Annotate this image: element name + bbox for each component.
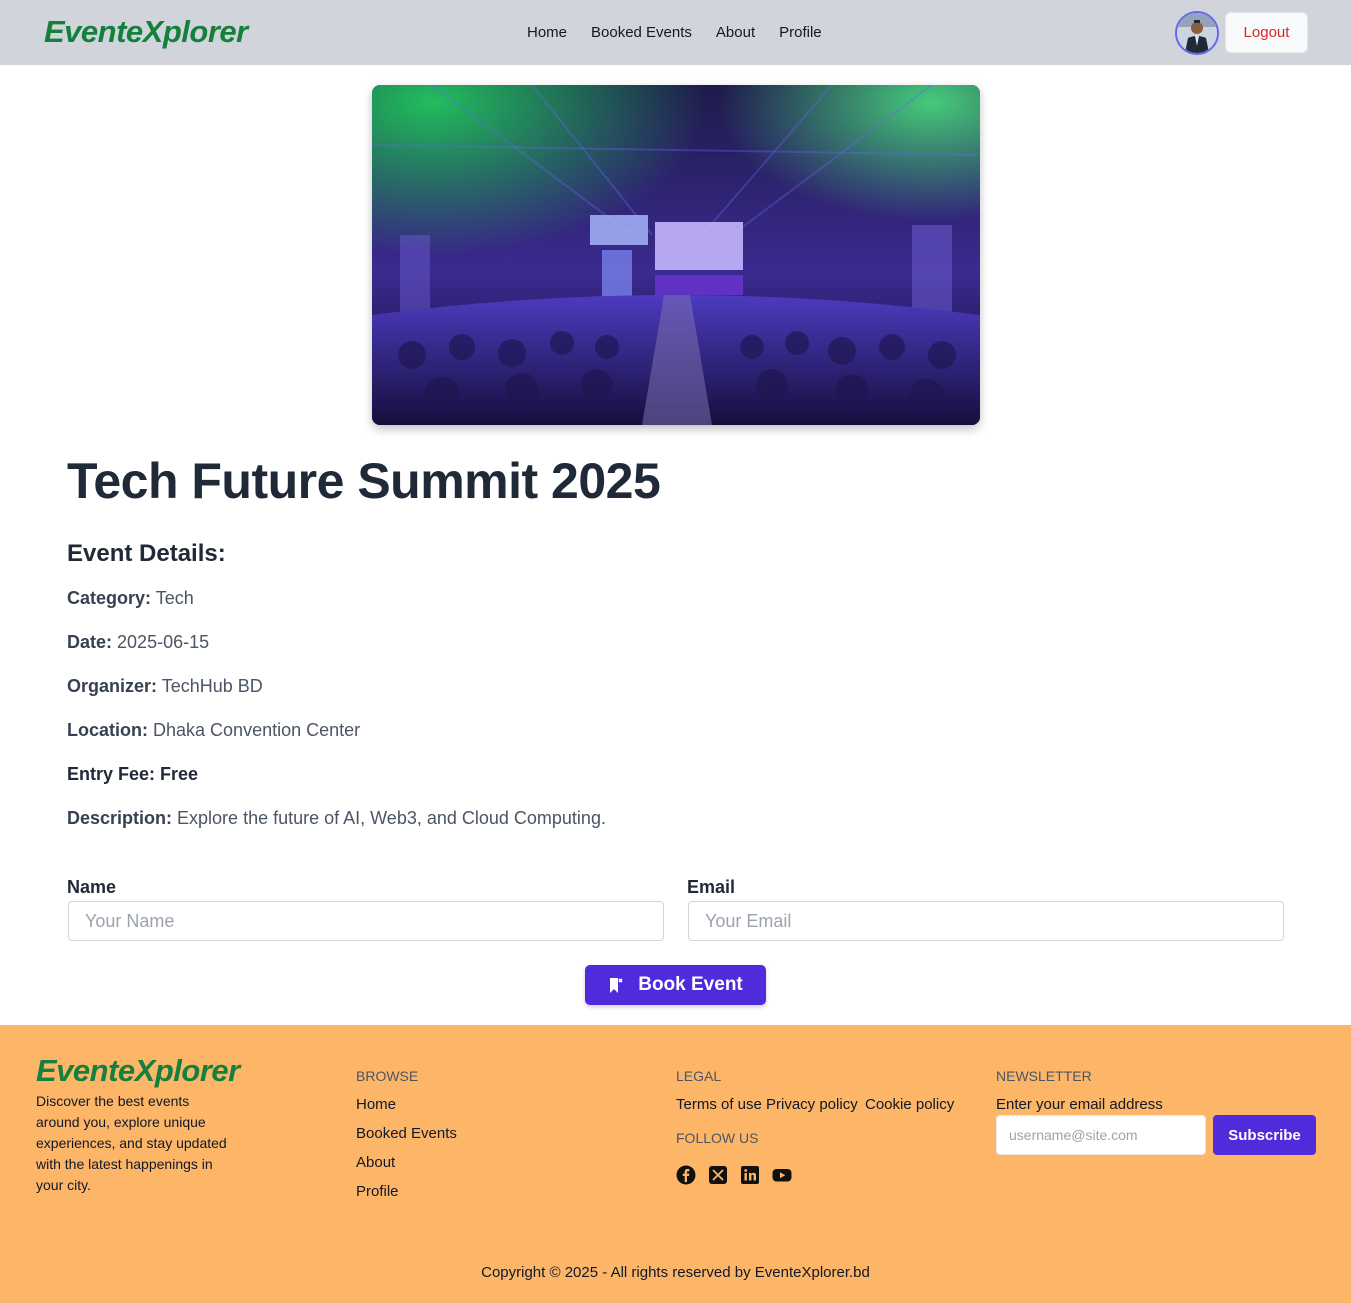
browse-heading: BROWSE: [356, 1068, 419, 1084]
nav-booked-events-link[interactable]: Booked Events: [591, 24, 692, 41]
nav-about-link[interactable]: About: [716, 24, 755, 41]
privacy-policy-link[interactable]: Privacy policy: [766, 1096, 858, 1113]
footer-profile-link[interactable]: Profile: [356, 1183, 399, 1200]
terms-of-use-link[interactable]: Terms of use: [676, 1096, 762, 1113]
nav-home-link[interactable]: Home: [527, 24, 567, 41]
footer-about-link[interactable]: About: [356, 1154, 395, 1171]
event-date: Date: 2025-06-15: [67, 632, 209, 653]
book-event-button[interactable]: Book Event: [585, 965, 766, 1005]
x-icon[interactable]: [708, 1165, 728, 1185]
conference-hall-illustration: [372, 85, 980, 425]
nav-links: Home Booked Events About Profile: [527, 24, 822, 41]
cookie-policy-link[interactable]: Cookie policy: [865, 1096, 954, 1113]
follow-us-heading: FOLLOW US: [676, 1130, 759, 1146]
facebook-icon[interactable]: [676, 1165, 696, 1185]
location-label: Location:: [67, 720, 148, 740]
user-avatar-icon: [1177, 13, 1217, 53]
date-label: Date:: [67, 632, 113, 652]
copyright-text: Copyright © 2025 - All rights reserved b…: [481, 1264, 870, 1281]
email-field-label: Email: [687, 877, 736, 897]
navbar: EventeXplorer Home Booked Events About P…: [0, 0, 1351, 65]
date-value: 2025-06-15: [117, 632, 210, 652]
organizer-label: Organizer:: [67, 676, 158, 696]
user-avatar[interactable]: [1175, 11, 1219, 55]
footer: EventeXplorer Discover the best events a…: [0, 1025, 1351, 1303]
category-value: Tech: [155, 588, 194, 608]
nav-profile-link[interactable]: Profile: [779, 24, 822, 41]
event-details-heading: Event Details:: [67, 540, 226, 567]
name-field-label: Name: [67, 877, 117, 897]
category-label: Category:: [67, 588, 152, 608]
bookmark-icon: [610, 977, 623, 993]
location-value: Dhaka Convention Center: [153, 720, 361, 740]
footer-home-link[interactable]: Home: [356, 1096, 396, 1113]
book-event-label: Book Event: [638, 974, 743, 995]
brand-logo[interactable]: EventeXplorer: [44, 14, 248, 50]
description-label: Description:: [67, 808, 173, 828]
footer-brand-logo[interactable]: EventeXplorer: [36, 1053, 240, 1089]
linkedin-icon[interactable]: [740, 1165, 760, 1185]
newsletter-heading: NEWSLETTER: [996, 1068, 1092, 1084]
event-category: Category: Tech: [67, 588, 194, 609]
entry-fee-label: Entry Fee:: [67, 764, 156, 784]
email-input[interactable]: [688, 901, 1284, 941]
entry-fee-value: Free: [160, 764, 199, 784]
event-title: Tech Future Summit 2025: [67, 453, 661, 509]
event-banner-image: [372, 85, 980, 425]
newsletter-email-input[interactable]: [996, 1115, 1206, 1155]
newsletter-label: Enter your email address: [996, 1096, 1163, 1113]
footer-description: Discover the best events around you, exp…: [36, 1093, 227, 1193]
event-location: Location: Dhaka Convention Center: [67, 720, 360, 741]
description-value: Explore the future of AI, Web3, and Clou…: [177, 808, 606, 828]
legal-heading: LEGAL: [676, 1068, 722, 1084]
youtube-icon[interactable]: [772, 1165, 792, 1185]
subscribe-button[interactable]: Subscribe: [1213, 1115, 1316, 1155]
event-organizer: Organizer: TechHub BD: [67, 676, 263, 697]
organizer-value: TechHub BD: [161, 676, 263, 696]
logout-button[interactable]: Logout: [1225, 12, 1308, 53]
footer-booked-events-link[interactable]: Booked Events: [356, 1125, 457, 1142]
name-input[interactable]: [68, 901, 664, 941]
event-entry-fee: Entry Fee: Free: [67, 764, 198, 785]
event-description: Description: Explore the future of AI, W…: [67, 808, 606, 829]
